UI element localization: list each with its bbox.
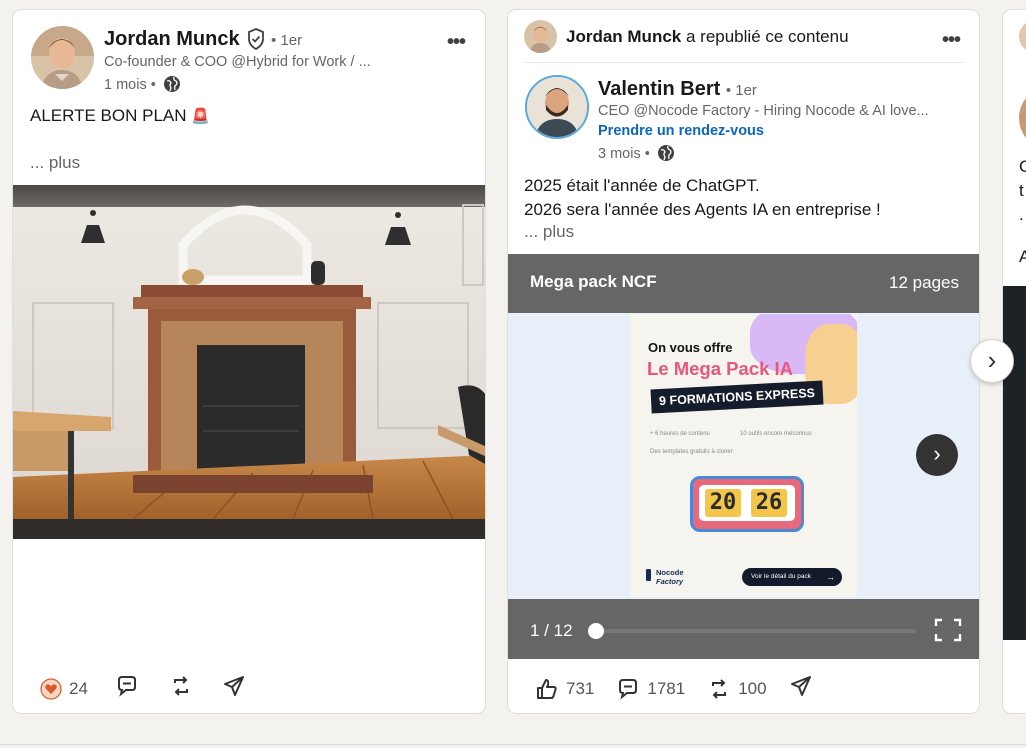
slide-bullet: Des templates gratuits à cloner — [650, 449, 733, 455]
connection-degree: • 1er — [271, 32, 303, 49]
slide-cta-button: Voir le détail du pack → — [742, 568, 842, 586]
repost-icon — [707, 677, 731, 701]
siren-emoji: 🚨 — [191, 108, 210, 125]
post-image[interactable] — [13, 185, 485, 539]
fullscreen-icon[interactable] — [934, 618, 962, 647]
divider — [524, 62, 964, 63]
document-page-count: 12 pages — [889, 273, 959, 292]
post-text-line: t — [1019, 181, 1024, 200]
like-button[interactable]: 731 — [535, 677, 594, 701]
post-text-line: . — [1019, 205, 1024, 224]
author-avatar[interactable] — [1019, 86, 1026, 150]
author-headline: Co-founder & COO @Hybrid for Work / ... — [104, 54, 371, 70]
alarm-clock-illustration: 20 26 — [690, 476, 804, 532]
heart-reaction-icon — [40, 677, 62, 700]
thumbs-up-icon — [535, 677, 559, 701]
connection-degree: • 1er — [725, 82, 757, 99]
post-media[interactable] — [1003, 286, 1026, 640]
repost-button[interactable]: 100 — [707, 677, 767, 701]
author-name[interactable]: Valentin Bert • 1er — [598, 78, 757, 101]
post-text-line: 2026 sera l'année des Agents IA en entre… — [524, 200, 881, 219]
page-scrubber-handle[interactable] — [588, 623, 604, 639]
slide-title: Le Mega Pack IA — [647, 358, 794, 379]
reposter-name[interactable]: Jordan Munck — [566, 27, 681, 46]
post-text-line: 2025 était l'année de ChatGPT. — [524, 176, 760, 195]
post-actions-bar: 731 1781 100 — [535, 674, 813, 703]
arrow-right-icon: → — [826, 572, 835, 582]
more-options-button[interactable]: ••• — [942, 30, 961, 50]
globe-icon — [163, 75, 181, 97]
comment-icon — [616, 677, 640, 701]
reposter-avatar[interactable] — [524, 20, 557, 53]
globe-icon — [657, 144, 675, 166]
see-more-link[interactable]: ... plus — [30, 153, 80, 173]
post-text: ALERTE BON PLAN 🚨 — [30, 106, 210, 125]
feed-post-card: Jordan Munck • 1er Co-founder & COO @Hyb… — [12, 9, 486, 714]
post-timestamp: 1 mois • — [104, 75, 181, 97]
document-viewer[interactable]: Mega pack NCF 12 pages On vous offre Le … — [508, 254, 979, 659]
send-icon[interactable] — [222, 674, 246, 703]
document-slide: On vous offre Le Mega Pack IA 9 FORMATIO… — [630, 314, 857, 597]
repost-icon[interactable] — [169, 674, 193, 703]
repost-header: Jordan Munck a republié ce contenu — [566, 27, 849, 47]
page-scrubber-track[interactable] — [592, 629, 916, 633]
verified-badge-icon — [245, 28, 267, 55]
author-headline: CEO @Nocode Factory - Hiring Nocode & AI… — [598, 103, 929, 119]
post-text-line: A — [1019, 245, 1026, 269]
nocode-factory-logo: Nocode Factory — [646, 568, 684, 586]
clock-digits-left: 20 — [705, 489, 741, 517]
feed-post-card: Jordan Munck a republié ce contenu ••• V… — [507, 9, 980, 714]
page-indicator: 1 / 12 — [530, 621, 573, 640]
author-avatar[interactable] — [1019, 20, 1026, 53]
phone-icon — [646, 569, 651, 581]
see-more-link[interactable]: ... plus — [524, 222, 574, 242]
carousel-next-button[interactable]: › — [970, 339, 1014, 383]
document-title: Mega pack NCF — [530, 272, 657, 291]
next-page-button[interactable]: › — [916, 434, 958, 476]
book-appointment-link[interactable]: Prendre un rendez-vous — [598, 123, 764, 139]
clock-digits-right: 26 — [751, 489, 787, 517]
document-footer: 1 / 12 — [508, 599, 979, 659]
section-divider — [0, 744, 1026, 745]
more-options-button[interactable]: ••• — [447, 32, 466, 52]
post-actions-bar: 24 — [40, 674, 246, 703]
post-text-line: C — [1019, 155, 1026, 179]
comment-button[interactable]: 1781 — [616, 677, 685, 701]
slide-bullet: + 6 heures de contenu — [650, 431, 710, 437]
document-header: Mega pack NCF 12 pages — [508, 254, 979, 313]
reactions-count[interactable]: 24 — [40, 677, 88, 700]
reposted-label: a republié ce contenu — [685, 27, 849, 46]
slide-offer-text: On vous offre — [648, 340, 733, 355]
author-avatar[interactable] — [525, 75, 589, 139]
comment-icon[interactable] — [115, 674, 139, 703]
slide-banner: 9 FORMATIONS EXPRESS — [650, 380, 824, 414]
slide-bullet: 10 outils encore méconnus — [740, 431, 812, 437]
post-timestamp: 3 mois • — [598, 144, 675, 166]
send-icon[interactable] — [789, 674, 813, 703]
author-name[interactable]: Jordan Munck — [104, 28, 240, 51]
author-avatar[interactable] — [31, 26, 94, 89]
